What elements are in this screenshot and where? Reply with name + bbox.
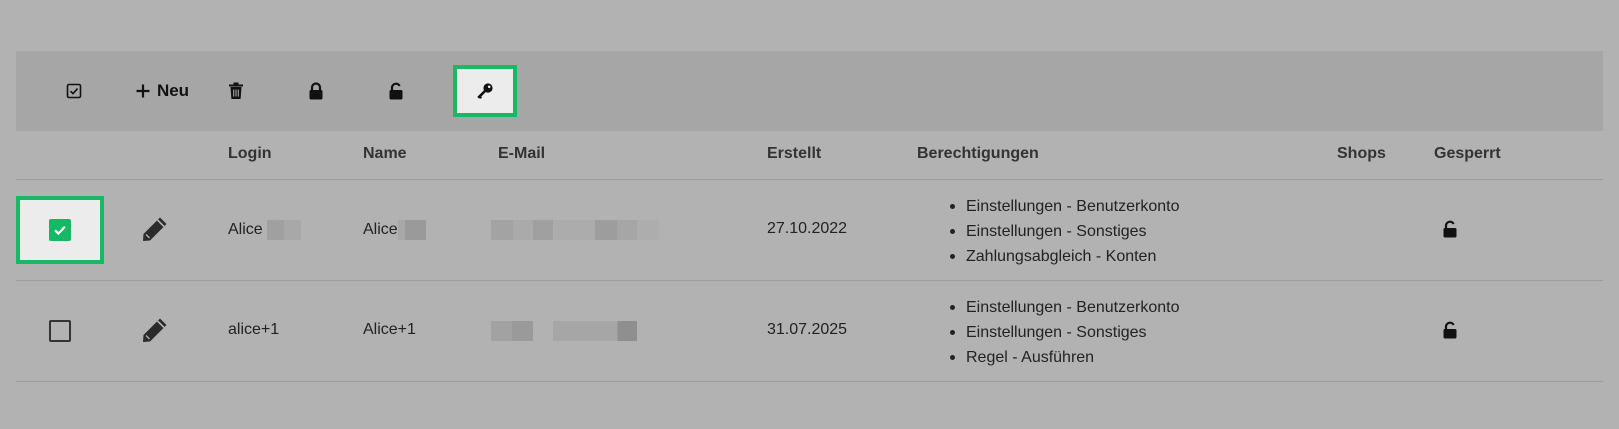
users-panel: Neu Login Name E-Mail Erstellt Berechtig… xyxy=(16,51,1603,382)
checkbox-checked-icon xyxy=(49,219,71,241)
new-button-label: Neu xyxy=(156,81,190,100)
row-email xyxy=(491,220,659,240)
select-all-button[interactable] xyxy=(50,65,98,117)
permission-item: Einstellungen - Sonstiges xyxy=(950,219,1179,244)
plus-icon xyxy=(135,83,151,99)
toolbar: Neu xyxy=(16,51,1603,131)
row-name: Alice xyxy=(363,220,426,240)
delete-button[interactable] xyxy=(212,65,260,117)
permission-item: Einstellungen - Benutzerkonto xyxy=(950,194,1179,219)
column-shops[interactable]: Shops xyxy=(1337,145,1386,163)
edit-pencil-icon[interactable] xyxy=(140,214,170,249)
unlock-button[interactable] xyxy=(372,65,420,117)
row-select-checkbox[interactable] xyxy=(16,297,104,365)
table-header: Login Name E-Mail Erstellt Berechtigunge… xyxy=(16,131,1603,180)
redacted-block xyxy=(491,220,659,240)
row-permissions: Einstellungen - Benutzerkonto Einstellun… xyxy=(950,295,1179,370)
new-button[interactable]: Neu xyxy=(122,65,202,117)
column-login[interactable]: Login xyxy=(228,145,272,163)
checkbox-icon xyxy=(66,83,82,99)
column-created[interactable]: Erstellt xyxy=(767,145,821,163)
table-row: alice+1 Alice+1 31.07.2025 Einstellungen… xyxy=(16,281,1603,382)
unlock-icon xyxy=(388,82,404,100)
row-login: Alice xyxy=(228,220,302,240)
row-email xyxy=(491,321,637,341)
row-created: 31.07.2025 xyxy=(767,321,848,338)
permission-item: Einstellungen - Sonstiges xyxy=(950,320,1179,345)
permission-item: Regel - Ausführen xyxy=(950,345,1179,370)
permission-item: Einstellungen - Benutzerkonto xyxy=(950,295,1179,320)
column-email[interactable]: E-Mail xyxy=(498,145,545,163)
key-icon xyxy=(476,82,494,100)
column-locked[interactable]: Gesperrt xyxy=(1434,145,1501,163)
redacted-block xyxy=(397,220,426,240)
redacted-block xyxy=(267,220,302,240)
row-permissions: Einstellungen - Benutzerkonto Einstellun… xyxy=(950,194,1179,269)
redacted-block xyxy=(491,321,533,341)
checkbox-unchecked-icon xyxy=(49,320,71,342)
row-login: alice+1 xyxy=(228,321,280,338)
lock-button[interactable] xyxy=(292,65,340,117)
reset-password-button[interactable] xyxy=(453,65,517,117)
trash-icon xyxy=(228,82,244,100)
row-created: 27.10.2022 xyxy=(767,220,848,237)
table-row: Alice Alice 27.10.2022 Einstellungen - B… xyxy=(16,180,1603,281)
redacted-block xyxy=(553,321,637,341)
permission-item: Zahlungsabgleich - Konten xyxy=(950,244,1179,269)
unlock-icon xyxy=(1442,220,1458,243)
edit-pencil-icon[interactable] xyxy=(140,315,170,350)
lock-icon xyxy=(308,82,324,100)
row-name: Alice+1 xyxy=(363,321,416,338)
unlock-icon xyxy=(1442,321,1458,344)
column-name[interactable]: Name xyxy=(363,145,407,163)
column-permissions[interactable]: Berechtigungen xyxy=(917,145,1039,163)
row-select-checkbox[interactable] xyxy=(16,196,104,264)
